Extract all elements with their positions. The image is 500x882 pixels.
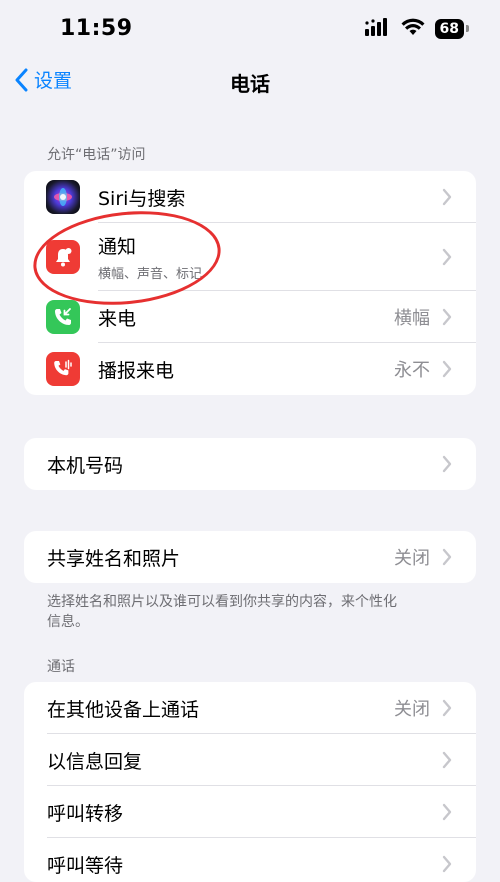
notification-bell-icon: [46, 240, 80, 274]
siri-search-row[interactable]: Siri与搜索: [24, 171, 476, 223]
share-name-photo-label: 共享姓名和照片: [47, 547, 181, 570]
incoming-call-icon: [46, 300, 80, 334]
notifications-subtitle: 横幅、声音、标记: [98, 267, 203, 282]
status-time: 11:59: [60, 16, 133, 41]
respond-with-text-label: 以信息回复: [47, 750, 143, 773]
chevron-right-icon: [442, 548, 452, 566]
my-number-group: 本机号码: [24, 438, 476, 490]
incoming-calls-value: 横幅: [394, 308, 430, 329]
navigation-bar: 设置 电话: [0, 60, 500, 104]
announce-calls-row[interactable]: 播报来电 永不: [24, 343, 476, 395]
siri-search-label: Siri与搜索: [98, 187, 186, 210]
status-icons: 68: [364, 18, 470, 40]
chevron-right-icon: [442, 855, 452, 873]
chevron-right-icon: [442, 455, 452, 473]
call-forwarding-label: 呼叫转移: [47, 802, 124, 825]
notifications-label: 通知: [98, 236, 137, 258]
share-name-photo-row[interactable]: 共享姓名和照片 关闭: [24, 531, 476, 583]
share-footer-note: 选择姓名和照片以及谁可以看到你共享的内容，来个性化信息。: [47, 594, 397, 630]
wifi-icon: [401, 18, 425, 40]
chevron-right-icon: [442, 699, 452, 717]
announce-calls-value: 永不: [394, 360, 430, 381]
incoming-calls-row[interactable]: 来电 横幅: [24, 291, 476, 343]
chevron-right-icon: [442, 248, 452, 266]
respond-with-text-row[interactable]: 以信息回复: [24, 734, 476, 786]
call-waiting-row[interactable]: 呼叫等待: [24, 838, 476, 882]
chevron-right-icon: [442, 308, 452, 326]
notifications-row[interactable]: 通知 横幅、声音、标记: [24, 223, 476, 291]
calls-on-other-devices-value: 关闭: [394, 699, 430, 720]
battery-icon: 68: [434, 19, 470, 39]
chevron-right-icon: [442, 803, 452, 821]
section-header-calls: 通话: [47, 659, 75, 675]
incoming-calls-label: 来电: [98, 307, 137, 330]
call-waiting-label: 呼叫等待: [47, 854, 124, 877]
calls-group: 在其他设备上通话 关闭 以信息回复 呼叫转移 呼叫等待: [24, 682, 476, 882]
call-forwarding-row[interactable]: 呼叫转移: [24, 786, 476, 838]
my-number-label: 本机号码: [47, 454, 124, 477]
siri-icon: [46, 180, 80, 214]
calls-on-other-devices-row[interactable]: 在其他设备上通话 关闭: [24, 682, 476, 734]
calls-on-other-devices-label: 在其他设备上通话: [47, 698, 200, 721]
status-bar: 11:59 68: [0, 0, 500, 60]
chevron-right-icon: [442, 188, 452, 206]
my-number-row[interactable]: 本机号码: [24, 438, 476, 490]
announce-calls-icon: [46, 352, 80, 386]
allow-access-group: Siri与搜索 通知 横幅、声音、标记 来电 横幅 播报来电 永不: [24, 171, 476, 395]
chevron-right-icon: [442, 360, 452, 378]
share-name-photo-value: 关闭: [394, 548, 430, 569]
page-title: 电话: [230, 72, 270, 96]
announce-calls-label: 播报来电: [98, 359, 175, 382]
share-name-group: 共享姓名和照片 关闭: [24, 531, 476, 583]
cellular-signal-icon: [364, 18, 391, 40]
section-header-allow-access: 允许“电话”访问: [47, 147, 146, 163]
chevron-right-icon: [442, 751, 452, 769]
